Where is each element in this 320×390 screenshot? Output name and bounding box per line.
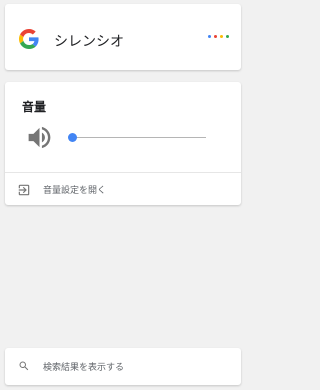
query-text: シレンシオ xyxy=(54,34,124,50)
volume-title: 音量 xyxy=(22,100,47,114)
assistant-dots-icon xyxy=(208,35,229,38)
open-in-icon xyxy=(18,184,30,196)
dot-green xyxy=(226,35,229,38)
volume-card: 音量 音量設定を開く xyxy=(5,82,241,205)
query-card: シレンシオ xyxy=(5,4,241,70)
show-search-results-button[interactable]: 検索結果を表示する xyxy=(5,348,241,385)
volume-slider-track[interactable] xyxy=(72,137,206,138)
show-search-results-label: 検索結果を表示する xyxy=(43,363,125,373)
volume-slider-thumb[interactable] xyxy=(68,133,77,142)
google-g-icon xyxy=(19,29,39,49)
dot-yellow xyxy=(220,35,223,38)
dot-blue xyxy=(208,35,211,38)
search-icon xyxy=(19,361,29,371)
open-volume-settings-button[interactable]: 音量設定を開く xyxy=(5,173,241,205)
open-volume-settings-label: 音量設定を開く xyxy=(43,186,107,196)
speaker-icon xyxy=(28,126,51,149)
dot-red xyxy=(214,35,217,38)
